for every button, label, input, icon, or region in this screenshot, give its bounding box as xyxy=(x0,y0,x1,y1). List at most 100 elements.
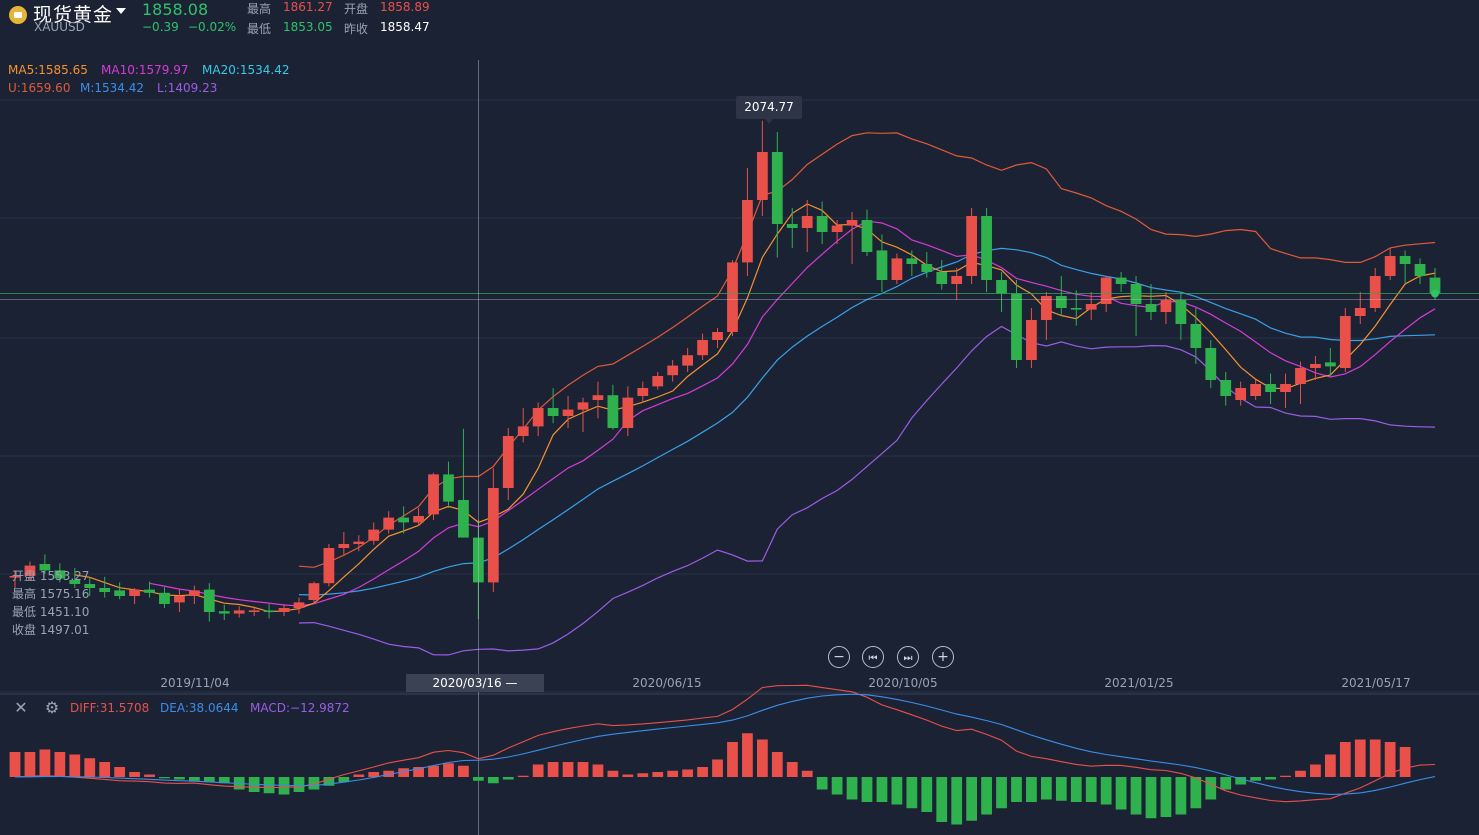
candle-body xyxy=(398,517,410,523)
macd-histogram-bar xyxy=(1055,777,1067,801)
candle-body xyxy=(1310,364,1321,368)
candle-body xyxy=(1160,300,1172,312)
macd-histogram-bar xyxy=(1250,777,1262,781)
macd-histogram-bar xyxy=(1324,754,1336,777)
macd-histogram-bar xyxy=(622,774,634,777)
macd-histogram-bar xyxy=(1295,770,1306,777)
candle-body xyxy=(981,216,992,280)
candle-body xyxy=(144,589,155,593)
x-tick-label: 2021/05/17 xyxy=(1341,676,1411,690)
macd-histogram-bar xyxy=(1399,747,1411,777)
macd-histogram-bar xyxy=(1354,739,1366,777)
macd-histogram-bar xyxy=(876,777,888,802)
candle-body xyxy=(682,355,694,366)
macd-histogram-bar xyxy=(1160,777,1172,817)
candle-body xyxy=(1190,324,1202,348)
settings-icon[interactable]: ⚙ xyxy=(43,699,61,717)
candle-body xyxy=(562,409,574,416)
candle-body xyxy=(771,152,783,224)
scroll-back-button[interactable]: ⏮ xyxy=(862,646,884,668)
macd-histogram-bar xyxy=(846,777,858,800)
macd-histogram-bar xyxy=(159,777,170,779)
macd-histogram-bar xyxy=(727,742,738,777)
candle-body xyxy=(428,474,439,515)
candle-body xyxy=(323,548,335,584)
macd-histogram-bar xyxy=(1280,775,1291,777)
candle-body xyxy=(443,474,454,502)
candle-body xyxy=(278,608,290,612)
x-tick-label: 2020/10/05 xyxy=(868,676,938,690)
macd-histogram-bar xyxy=(697,767,708,777)
macd-histogram-bar xyxy=(592,764,604,777)
macd-histogram-bar xyxy=(562,762,574,777)
candle-body xyxy=(637,388,649,396)
macd-histogram-bar xyxy=(1339,742,1351,777)
candle-body xyxy=(831,225,843,232)
macd-histogram-bar xyxy=(443,763,454,777)
max-price-tooltip: 2074.77 xyxy=(736,96,802,124)
macd-histogram-bar xyxy=(99,762,111,777)
candle-body xyxy=(1220,380,1232,396)
candle-body xyxy=(652,376,664,387)
macd-histogram-bar xyxy=(1220,777,1232,790)
x-tick-label: 2020/06/15 xyxy=(632,676,702,690)
macd-histogram-bar xyxy=(996,777,1007,809)
macd-histogram-bar xyxy=(1115,777,1127,810)
macd-histogram-bar xyxy=(1130,777,1142,815)
candle-body xyxy=(203,589,215,612)
candle-body xyxy=(1265,384,1276,392)
candle-body xyxy=(951,276,963,284)
candle-body xyxy=(697,340,708,356)
macd-diff-legend: DIFF:31.5708 xyxy=(70,701,150,715)
candle-body xyxy=(368,529,380,541)
candle-body xyxy=(129,589,140,596)
candle-body xyxy=(861,220,873,252)
zoom-out-button[interactable]: − xyxy=(828,646,850,668)
candle-body xyxy=(218,611,230,614)
ma20-line xyxy=(298,247,1436,596)
candle-body xyxy=(891,258,903,280)
macd-histogram-bar xyxy=(951,777,963,825)
candle-body xyxy=(607,395,619,428)
candle-body xyxy=(413,516,424,523)
candle-body xyxy=(1235,388,1247,400)
macd-histogram-bar xyxy=(1190,777,1202,809)
macd-histogram-bar xyxy=(24,752,36,777)
candle-body xyxy=(293,602,305,608)
crosshair-date-label: 2020/03/16 — xyxy=(406,674,544,692)
candle-body xyxy=(936,272,948,284)
minus-icon: − xyxy=(833,649,845,665)
candle-body xyxy=(921,264,933,272)
close-icon[interactable]: ✕ xyxy=(12,699,30,717)
zoom-in-button[interactable]: + xyxy=(932,646,954,668)
candle-body xyxy=(114,590,126,596)
macd-dea-legend: DEA:38.0644 xyxy=(160,701,239,715)
macd-histogram-bar xyxy=(756,739,768,777)
macd-histogram-bar xyxy=(936,777,948,822)
candle-body xyxy=(1250,384,1262,396)
candle-body xyxy=(1384,256,1396,276)
macd-histogram-bar xyxy=(458,765,469,777)
candle-body xyxy=(353,541,365,544)
macd-histogram-bar xyxy=(487,777,499,784)
macd-histogram-bar xyxy=(1310,764,1321,777)
candle-body xyxy=(906,258,918,264)
candle-body xyxy=(846,220,858,226)
candle-body xyxy=(338,544,350,548)
macd-histogram-bar xyxy=(861,777,873,802)
candle-body xyxy=(383,517,395,530)
candle-body xyxy=(1011,293,1022,360)
macd-histogram-bar xyxy=(712,759,723,777)
macd-histogram-bar xyxy=(144,774,155,777)
macd-histogram-bar xyxy=(1011,777,1022,802)
scroll-forward-button[interactable]: ⏭ xyxy=(897,646,919,668)
macd-histogram-bar xyxy=(1100,777,1112,805)
candle-body xyxy=(99,588,111,592)
candle-body xyxy=(263,610,275,612)
macd-histogram-bar xyxy=(906,777,918,809)
candle-body xyxy=(996,280,1007,294)
macd-histogram-bar xyxy=(1369,739,1381,777)
macd-histogram-bar xyxy=(1026,777,1037,802)
macd-histogram-bar xyxy=(502,777,514,780)
macd-histogram-bar xyxy=(69,754,81,777)
